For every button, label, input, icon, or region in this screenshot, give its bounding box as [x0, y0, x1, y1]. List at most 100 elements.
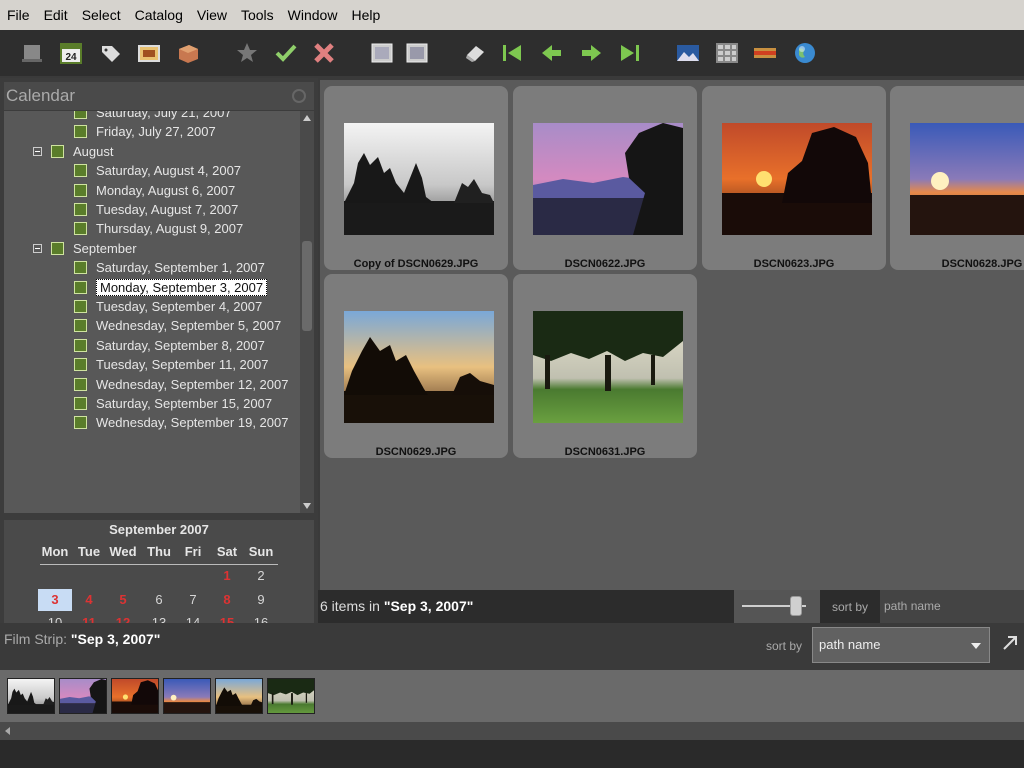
photo-image[interactable] — [344, 311, 494, 423]
tree-date[interactable]: Saturday, August 4, 2007 — [74, 161, 241, 180]
calendar-date-icon — [74, 164, 87, 178]
tree-label: Monday, August 6, 2007 — [96, 182, 236, 198]
photo-alt-icon[interactable] — [403, 39, 431, 67]
photo-image[interactable] — [910, 123, 1024, 235]
scroll-left-arrow-icon[interactable] — [5, 727, 10, 735]
tree-scroll-thumb[interactable] — [302, 241, 312, 331]
photo-thumbnail[interactable]: DSCN0629.JPG — [324, 274, 508, 458]
menu-select[interactable]: Select — [75, 7, 128, 23]
tree-label: Wednesday, September 12, 2007 — [96, 376, 289, 392]
photo-image[interactable] — [533, 123, 683, 235]
tree-month[interactable]: August — [33, 142, 113, 161]
menu-file[interactable]: File — [0, 7, 37, 23]
filmstrip-icon[interactable] — [751, 39, 779, 67]
menu-window[interactable]: Window — [281, 7, 345, 23]
tree-date[interactable]: Tuesday, August 7, 2007 — [74, 200, 238, 219]
calendar-panel-header: Calendar — [4, 82, 314, 110]
calendar-day[interactable]: 5 — [106, 589, 140, 611]
sort-by-field[interactable]: path name — [880, 590, 1024, 623]
photo-thumbnail[interactable]: DSCN0631.JPG — [513, 274, 697, 458]
tree-date[interactable]: Saturday, September 15, 2007 — [74, 394, 272, 413]
weekday-header: Tue — [77, 544, 101, 559]
expand-arrow-icon[interactable] — [998, 631, 1022, 655]
tree-date[interactable]: Saturday, July 21, 2007 — [74, 111, 232, 122]
tree-date[interactable]: Saturday, September 1, 2007 — [74, 258, 265, 277]
svg-text:24: 24 — [65, 52, 77, 63]
tree-date[interactable]: Tuesday, September 11, 2007 — [74, 355, 268, 374]
photo-thumbnail[interactable]: DSCN0628.JPG — [890, 86, 1024, 270]
calendar-panel-title: Calendar — [6, 86, 75, 105]
tag-icon[interactable] — [97, 39, 125, 67]
tree-date[interactable]: Tuesday, September 4, 2007 — [74, 297, 262, 316]
photo-thumbnail[interactable]: Copy of DSCN0629.JPG — [324, 86, 508, 270]
tree-date[interactable]: Saturday, September 8, 2007 — [74, 336, 265, 355]
film-strip-scrollbar[interactable] — [0, 722, 1024, 740]
photo-image[interactable] — [722, 123, 872, 235]
tree-month[interactable]: September — [33, 239, 137, 258]
calendar-day[interactable]: 9 — [244, 589, 278, 611]
photo-thumbnail[interactable]: DSCN0623.JPG — [702, 86, 886, 270]
checkmark-icon[interactable] — [272, 39, 300, 67]
menu-view[interactable]: View — [190, 7, 234, 23]
calendar-day[interactable]: 7 — [176, 589, 210, 611]
toolbar: 24 — [0, 30, 1024, 76]
first-icon[interactable] — [498, 39, 526, 67]
tree-date[interactable]: Wednesday, September 12, 2007 — [74, 375, 288, 394]
menu-edit[interactable]: Edit — [37, 7, 75, 23]
menu-tools[interactable]: Tools — [234, 7, 281, 23]
refresh-icon[interactable] — [292, 89, 306, 103]
eraser-icon[interactable] — [461, 39, 489, 67]
scroll-up-arrow-icon[interactable] — [303, 115, 311, 121]
tree-date[interactable]: Monday, September 3, 2007 — [74, 278, 268, 297]
zoom-slider-knob[interactable] — [790, 596, 803, 616]
tree-date[interactable]: Wednesday, September 19, 2007 — [74, 413, 288, 432]
calendar-date-icon — [74, 397, 87, 411]
reject-icon[interactable] — [310, 39, 338, 67]
previous-icon[interactable] — [538, 39, 566, 67]
mini-calendar-title: September 2007 — [109, 522, 209, 537]
slideshow-icon[interactable] — [135, 39, 163, 67]
collapse-toggle-icon[interactable] — [33, 146, 42, 156]
photo-image[interactable] — [344, 123, 494, 235]
date-tree: Saturday, July 21, 2007 Friday, July 27, … — [4, 111, 300, 513]
last-icon[interactable] — [616, 39, 644, 67]
calendar-day[interactable]: 6 — [142, 589, 176, 611]
photo-thumbnail[interactable]: DSCN0622.JPG — [513, 86, 697, 270]
chevron-down-icon[interactable] — [971, 643, 981, 649]
zoom-slider[interactable] — [734, 590, 820, 623]
calendar-day[interactable]: 8 — [210, 589, 244, 611]
star-icon[interactable] — [233, 39, 261, 67]
landscape-icon[interactable] — [674, 39, 702, 67]
photo-image[interactable] — [533, 311, 683, 423]
film-strip-thumbnail[interactable] — [163, 678, 211, 714]
tree-date[interactable]: Friday, July 27, 2007 — [74, 122, 216, 141]
calendar-day[interactable]: 4 — [72, 589, 106, 611]
tree-label: Monday, September 3, 2007 — [96, 278, 268, 296]
menu-catalog[interactable]: Catalog — [128, 7, 190, 23]
film-strip-thumbnail[interactable] — [267, 678, 315, 714]
tree-date[interactable]: Wednesday, September 5, 2007 — [74, 316, 281, 335]
film-strip-thumbnail[interactable] — [7, 678, 55, 714]
calendar-day[interactable]: 1 — [210, 565, 244, 587]
globe-icon[interactable] — [791, 39, 819, 67]
calendar-date-icon — [74, 111, 87, 120]
calendar-day[interactable]: 3 — [38, 588, 72, 611]
tree-scrollbar[interactable] — [300, 111, 314, 513]
film-strip-thumbnail[interactable] — [59, 678, 107, 714]
collapse-toggle-icon[interactable] — [33, 243, 42, 253]
film-strip-thumbnail[interactable] — [215, 678, 263, 714]
grid-icon[interactable] — [713, 39, 741, 67]
import-icon[interactable] — [18, 39, 46, 67]
calendar-day[interactable]: 2 — [244, 565, 278, 587]
film-strip-thumbnail[interactable] — [111, 678, 159, 714]
menu-help[interactable]: Help — [344, 7, 387, 23]
scroll-down-arrow-icon[interactable] — [303, 503, 311, 509]
box-icon[interactable] — [174, 39, 202, 67]
film-strip-sort-select[interactable]: path name — [812, 627, 990, 663]
next-icon[interactable] — [577, 39, 605, 67]
sort-by-label: sort by — [832, 600, 869, 614]
calendar-icon[interactable]: 24 — [57, 39, 85, 67]
tree-date[interactable]: Monday, August 6, 2007 — [74, 181, 235, 200]
tree-date[interactable]: Thursday, August 9, 2007 — [74, 219, 243, 238]
photo-icon[interactable] — [368, 39, 396, 67]
